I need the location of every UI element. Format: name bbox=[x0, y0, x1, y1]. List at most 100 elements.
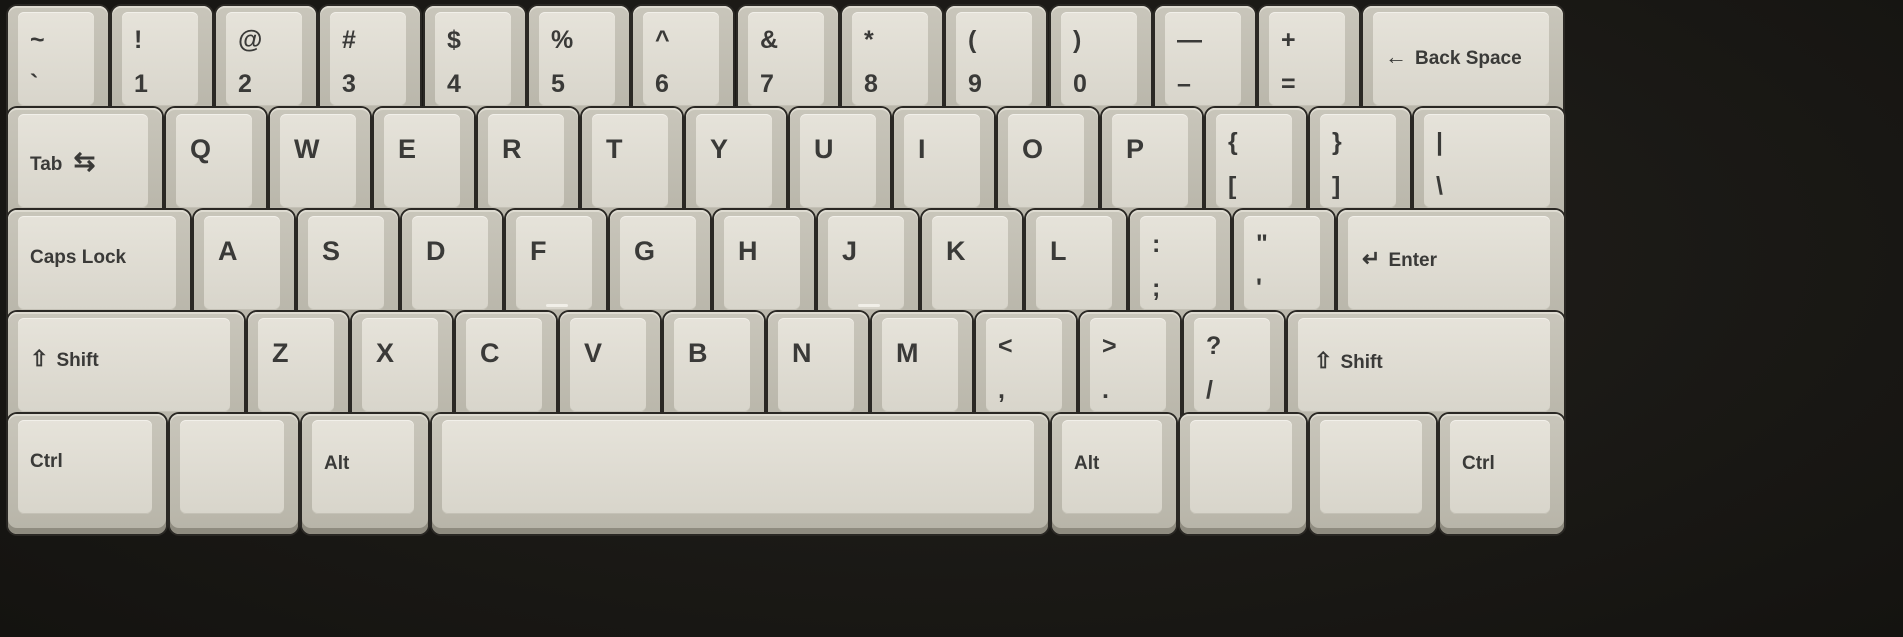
shift-arrow-icon: ⇧ bbox=[1314, 348, 1333, 373]
key-top-label: { bbox=[1228, 128, 1238, 156]
key-top-label: ) bbox=[1073, 26, 1082, 54]
key-label: Shift bbox=[56, 350, 99, 371]
key-bottom-label: 3 bbox=[342, 70, 356, 98]
key-label: H bbox=[738, 236, 758, 266]
tab-arrows-icon: ⇆ bbox=[73, 146, 96, 176]
key-spacebar[interactable] bbox=[432, 414, 1048, 534]
key-label: T bbox=[606, 134, 623, 164]
key-top-label: @ bbox=[238, 26, 263, 54]
key-label: Enter bbox=[1388, 250, 1438, 271]
key-label: P bbox=[1126, 134, 1145, 164]
enter-label-group: ↵ Enter bbox=[1362, 246, 1438, 271]
shift-arrow-icon: ⇧ bbox=[30, 346, 49, 371]
key-bottom-label: ' bbox=[1256, 274, 1262, 302]
key-label: Shift bbox=[1340, 352, 1383, 373]
key-label: G bbox=[634, 236, 656, 266]
key-top-label: ? bbox=[1206, 332, 1222, 360]
key-label: C bbox=[480, 338, 500, 368]
key-bottom-label: ; bbox=[1152, 274, 1161, 302]
key-right-alt[interactable]: Alt bbox=[1052, 414, 1176, 534]
key-top-label: > bbox=[1102, 332, 1117, 360]
key-label: S bbox=[322, 236, 341, 266]
key-bottom-label: , bbox=[998, 376, 1005, 404]
key-top-label: | bbox=[1436, 128, 1443, 156]
return-arrow-icon: ↵ bbox=[1362, 246, 1381, 271]
key-left-ctrl[interactable]: Ctrl bbox=[8, 414, 166, 534]
key-bottom-label: ] bbox=[1332, 172, 1341, 200]
key-bottom-label: – bbox=[1177, 70, 1191, 98]
key-top-label: ^ bbox=[655, 26, 670, 54]
key-top-label: ~ bbox=[30, 26, 45, 54]
key-label: Y bbox=[710, 134, 729, 164]
key-label: L bbox=[1050, 236, 1067, 266]
key-top-label: < bbox=[998, 332, 1013, 360]
key-label: R bbox=[502, 134, 522, 164]
tab-label-group: Tab ⇆ bbox=[30, 148, 103, 174]
key-top-label: % bbox=[551, 26, 574, 54]
key-blank-right-1[interactable] bbox=[1180, 414, 1306, 534]
key-top-label: $ bbox=[447, 26, 461, 54]
key-label: Alt bbox=[1074, 453, 1100, 474]
key-top-label: # bbox=[342, 26, 356, 54]
key-top-label: ! bbox=[134, 26, 143, 54]
key-top-label: " bbox=[1256, 230, 1268, 258]
key-label: Back Space bbox=[1415, 48, 1522, 69]
key-label: F bbox=[530, 236, 547, 266]
key-label: X bbox=[376, 338, 395, 368]
key-top-label: : bbox=[1152, 230, 1161, 258]
shift-label-group: ⇧ Shift bbox=[30, 346, 99, 371]
key-bottom-label: \ bbox=[1436, 172, 1443, 200]
keyboard: ~ ` ! 1 @2 #3 $4 % 5 ^ 6 & 7 * 8 (9 ) 0 — – + = ←… bbox=[0, 0, 1903, 637]
key-label: V bbox=[584, 338, 603, 368]
key-right-ctrl[interactable]: Ctrl bbox=[1440, 414, 1564, 534]
key-top-label: } bbox=[1332, 128, 1342, 156]
key-label: J bbox=[842, 236, 858, 266]
modifier-row: Ctrl Alt Alt Ctrl bbox=[0, 414, 1903, 534]
key-label: M bbox=[896, 338, 919, 368]
key-label: O bbox=[1022, 134, 1044, 164]
key-bottom-label: 4 bbox=[447, 70, 461, 98]
key-bottom-label: = bbox=[1281, 70, 1296, 98]
key-bottom-label: 7 bbox=[760, 70, 774, 98]
key-bottom-label: . bbox=[1102, 376, 1109, 404]
key-bottom-label: [ bbox=[1228, 172, 1237, 200]
key-label: Q bbox=[190, 134, 212, 164]
key-label: A bbox=[218, 236, 238, 266]
key-bottom-label: 8 bbox=[864, 70, 878, 98]
key-bottom-label: / bbox=[1206, 376, 1213, 404]
key-label: Z bbox=[272, 338, 289, 368]
key-top-label: & bbox=[760, 26, 779, 54]
shift-label-group: ⇧ Shift bbox=[1314, 348, 1383, 373]
key-label: K bbox=[946, 236, 966, 266]
key-bottom-label: 9 bbox=[968, 70, 982, 98]
key-bottom-label: 5 bbox=[551, 70, 565, 98]
key-label: Ctrl bbox=[1462, 453, 1495, 474]
key-bottom-label: 6 bbox=[655, 70, 669, 98]
key-label: W bbox=[294, 134, 320, 164]
backspace-label-group: ← Back Space bbox=[1385, 44, 1522, 69]
key-label: Caps Lock bbox=[30, 247, 127, 268]
left-arrow-icon: ← bbox=[1385, 44, 1407, 69]
key-label: I bbox=[918, 134, 926, 164]
key-label: B bbox=[688, 338, 708, 368]
key-bottom-label: 2 bbox=[238, 70, 252, 98]
key-top-label: — bbox=[1177, 26, 1202, 54]
key-label: N bbox=[792, 338, 812, 368]
key-top-label: + bbox=[1281, 26, 1296, 54]
home-nub bbox=[546, 304, 568, 307]
home-nub bbox=[858, 304, 880, 307]
key-label: E bbox=[398, 134, 417, 164]
key-blank-right-2[interactable] bbox=[1310, 414, 1436, 534]
key-left-alt[interactable]: Alt bbox=[302, 414, 428, 534]
key-label: Ctrl bbox=[30, 451, 63, 472]
key-label: D bbox=[426, 236, 446, 266]
key-label: U bbox=[814, 134, 834, 164]
key-bottom-label: 0 bbox=[1073, 70, 1087, 98]
key-label: Tab bbox=[30, 154, 63, 175]
key-top-label: ( bbox=[968, 26, 977, 54]
key-top-label: * bbox=[864, 26, 874, 54]
key-blank-left[interactable] bbox=[170, 414, 298, 534]
key-label: Alt bbox=[324, 453, 350, 474]
key-bottom-label: 1 bbox=[134, 70, 148, 98]
key-bottom-label: ` bbox=[30, 70, 39, 98]
